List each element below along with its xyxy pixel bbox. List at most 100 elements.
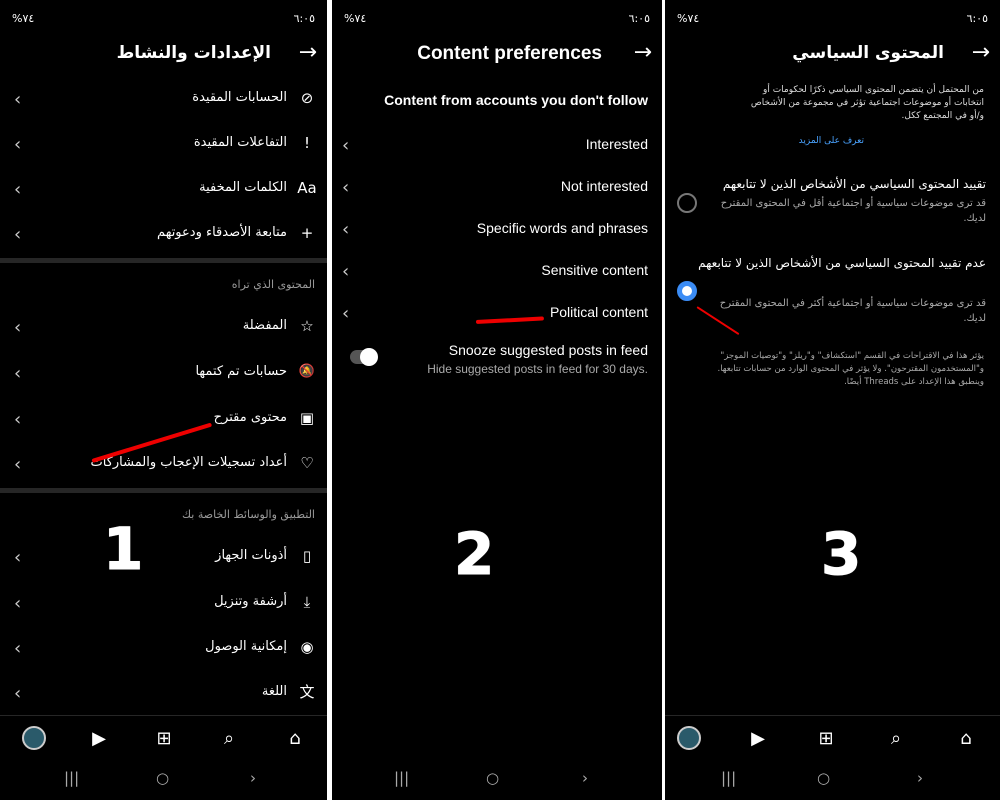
- recents-icon[interactable]: |||: [64, 769, 79, 787]
- chevron-left-icon: ‹: [342, 261, 350, 282]
- reels-icon[interactable]: ▶: [745, 726, 771, 752]
- page-title: الإعدادات والنشاط: [116, 43, 271, 63]
- learn-more-link[interactable]: تعرف على المزيد: [799, 136, 864, 146]
- search-icon[interactable]: ⌕: [883, 726, 909, 752]
- snooze-subtitle: Hide suggested posts in feed for 30 days…: [427, 362, 648, 376]
- home-circle-icon[interactable]: ○: [817, 769, 830, 787]
- system-back-icon[interactable]: ›: [582, 769, 588, 787]
- divider: [0, 258, 327, 263]
- add-icon[interactable]: ⊞: [813, 726, 839, 752]
- chevron-left-icon: ‹: [342, 303, 350, 324]
- page-title: Content preferences: [417, 43, 602, 64]
- home-circle-icon[interactable]: ○: [156, 769, 169, 787]
- star-icon: ☆: [300, 317, 314, 335]
- restricted-accounts-item[interactable]: ‹ الحسابات المقيدة ⊘: [0, 80, 327, 120]
- phone-icon: ▯: [302, 547, 312, 565]
- time-text: ٦:٠٥: [628, 12, 650, 25]
- restricted-icon: ⊘: [300, 89, 314, 107]
- chevron-left-icon: ‹: [14, 179, 22, 200]
- status-bar: %٧٤ ٦:٠٥: [0, 10, 327, 30]
- hidden-words-item[interactable]: ‹ الكلمات المخفية Aa: [0, 170, 327, 210]
- device-permissions-item[interactable]: ‹ أذونات الجهاز ▯: [0, 538, 327, 578]
- add-icon[interactable]: ⊞: [151, 726, 177, 752]
- toggle-knob: [360, 348, 378, 366]
- chevron-left-icon: ‹: [342, 177, 350, 198]
- back-arrow-icon[interactable]: →: [634, 40, 652, 65]
- suggested-content-icon: ▣: [299, 409, 315, 427]
- settings-note: يؤثر هذا في الاقتراحات في القسم "استكشاف…: [717, 351, 984, 387]
- suggested-content-item[interactable]: ‹ محتوى مقترح ▣: [0, 400, 327, 440]
- muted-accounts-item[interactable]: ‹ حسابات تم كتمها 🔕: [0, 354, 327, 394]
- option-limit-subtitle: قد ترى موضوعات سياسية أو اجتماعية أقل في…: [720, 198, 986, 224]
- specific-words-item[interactable]: ‹ Specific words and phrases: [332, 214, 662, 254]
- system-back-icon[interactable]: ›: [250, 769, 256, 787]
- section-heading: Content from accounts you don't follow: [384, 92, 648, 108]
- bell-off-icon: 🔕: [298, 364, 316, 379]
- header: Content preferences →: [332, 40, 662, 70]
- divider: [0, 488, 327, 493]
- recents-icon[interactable]: |||: [394, 769, 409, 787]
- item-label: Sensitive content: [541, 262, 648, 278]
- home-circle-icon[interactable]: ○: [486, 769, 499, 787]
- battery-text: %٧٤: [344, 12, 367, 25]
- radio-limit[interactable]: [677, 193, 697, 213]
- avatar[interactable]: [22, 726, 46, 750]
- item-label: التفاعلات المقيدة: [193, 135, 287, 150]
- back-arrow-icon[interactable]: →: [299, 40, 317, 65]
- time-text: ٦:٠٥: [293, 12, 315, 25]
- item-label: أعداد تسجيلات الإعجاب والمشاركات: [90, 455, 287, 470]
- option-limit-title: تقييد المحتوى السياسي من الأشخاص الذين ل…: [722, 177, 986, 191]
- bottom-nav: ▶ ⊞ ⌕ ⌂: [665, 715, 1000, 760]
- battery-text: %٧٤: [677, 12, 700, 25]
- radio-no-limit[interactable]: [677, 281, 697, 301]
- search-icon[interactable]: ⌕: [216, 726, 242, 752]
- political-content-panel: %٧٤ ٦:٠٥ المحتوى السياسي → من المحتمل أن…: [665, 0, 1000, 800]
- system-nav: ||| ○ ›: [332, 765, 662, 795]
- chevron-left-icon: ‹: [14, 638, 22, 659]
- item-label: إمكانية الوصول: [205, 639, 287, 654]
- favorites-item[interactable]: ‹ المفضلة ☆: [0, 308, 327, 348]
- item-label: الكلمات المخفية: [199, 180, 287, 195]
- recents-icon[interactable]: |||: [721, 769, 736, 787]
- sensitive-content-item[interactable]: ‹ Sensitive content: [332, 256, 662, 296]
- option-no-limit-title: عدم تقييد المحتوى السياسي من الأشخاص الذ…: [698, 256, 986, 270]
- status-bar: %٧٤ ٦:٠٥: [332, 10, 662, 30]
- header: المحتوى السياسي →: [665, 40, 1000, 70]
- accessibility-item[interactable]: ‹ إمكانية الوصول ◉: [0, 629, 327, 669]
- system-nav: ||| ○ ›: [665, 765, 1000, 795]
- chevron-left-icon: ‹: [14, 454, 22, 475]
- follow-invite-item[interactable]: ‹ متابعة الأصدقاء ودعوتهم +: [0, 215, 327, 255]
- not-interested-item[interactable]: ‹ Not interested: [332, 172, 662, 212]
- option-no-limit-subtitle: قد ترى موضوعات سياسية أو اجتماعية أكثر ف…: [719, 298, 986, 324]
- item-label: متابعة الأصدقاء ودعوتهم: [157, 225, 287, 240]
- archive-download-item[interactable]: ‹ أرشفة وتنزيل ⤓: [0, 584, 327, 624]
- item-label: الحسابات المقيدة: [192, 90, 287, 105]
- home-icon[interactable]: ⌂: [282, 726, 308, 752]
- chevron-left-icon: ‹: [14, 683, 22, 704]
- like-share-counts-item[interactable]: ‹ أعداد تسجيلات الإعجاب والمشاركات ♡: [0, 445, 327, 485]
- chevron-left-icon: ‹: [14, 89, 22, 110]
- back-arrow-icon[interactable]: →: [972, 40, 990, 65]
- restricted-interactions-item[interactable]: ‹ التفاعلات المقيدة !: [0, 125, 327, 165]
- snooze-toggle[interactable]: [350, 348, 378, 366]
- status-bar: %٧٤ ٦:٠٥: [665, 10, 1000, 30]
- avatar[interactable]: [677, 726, 701, 750]
- item-label: Political content: [549, 304, 648, 320]
- settings-panel: %٧٤ ٦:٠٥ الإعدادات والنشاط → ‹ الحسابات …: [0, 0, 327, 800]
- language-icon: 文: [299, 683, 315, 701]
- item-label: محتوى مقترح: [213, 410, 287, 425]
- description: من المحتمل أن يتضمن المحتوى السياسي ذكرً…: [750, 85, 984, 121]
- add-person-icon: +: [300, 224, 314, 242]
- language-item[interactable]: ‹ اللغة 文: [0, 674, 327, 714]
- accessibility-icon: ◉: [300, 638, 314, 656]
- home-icon[interactable]: ⌂: [953, 726, 979, 752]
- reels-icon[interactable]: ▶: [86, 726, 112, 752]
- item-label: حسابات تم كتمها: [195, 364, 287, 379]
- alert-bubble-icon: !: [303, 134, 310, 152]
- interested-item[interactable]: ‹ Interested: [332, 130, 662, 170]
- chevron-left-icon: ‹: [14, 363, 22, 384]
- item-label: أذونات الجهاز: [215, 548, 287, 563]
- content-preferences-panel: %٧٤ ٦:٠٥ Content preferences → Content f…: [332, 0, 662, 800]
- chevron-left-icon: ‹: [342, 219, 350, 240]
- system-back-icon[interactable]: ›: [917, 769, 923, 787]
